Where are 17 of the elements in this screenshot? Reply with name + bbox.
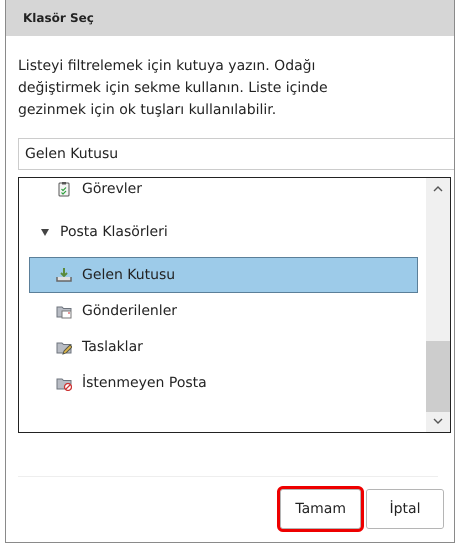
scrollbar[interactable] <box>426 178 450 432</box>
scroll-down-icon[interactable] <box>433 418 443 424</box>
clipboard-icon <box>56 181 72 197</box>
dialog-button[interactable]: İptal <box>366 489 444 529</box>
download-tray-icon <box>56 267 72 283</box>
instruction-text: Listeyi filtrelemek için kutuya yazın. Odağı değiştirmek için sekme kullanın. Liste içinde gezinmek için ok tuşları kullanılabilir. <box>18 57 329 120</box>
folder-item[interactable]: İstenmeyen Posta <box>29 365 418 401</box>
folder-item[interactable]: Görevler <box>29 178 418 207</box>
scroll-up-icon[interactable] <box>433 186 443 192</box>
tree-group[interactable]: Posta Klasörleri <box>29 207 418 257</box>
dialog-button[interactable]: Tamam <box>280 489 361 529</box>
folder-item[interactable]: Gelen Kutusu <box>29 257 418 293</box>
folder-item[interactable]: Gönderilenler <box>29 293 418 329</box>
window-title: Klasör Seç <box>6 0 454 36</box>
filter-field[interactable]: Gelen Kutusu <box>18 138 454 170</box>
expand-icon[interactable] <box>40 227 50 237</box>
folder-item[interactable]: Taslaklar <box>29 329 418 365</box>
